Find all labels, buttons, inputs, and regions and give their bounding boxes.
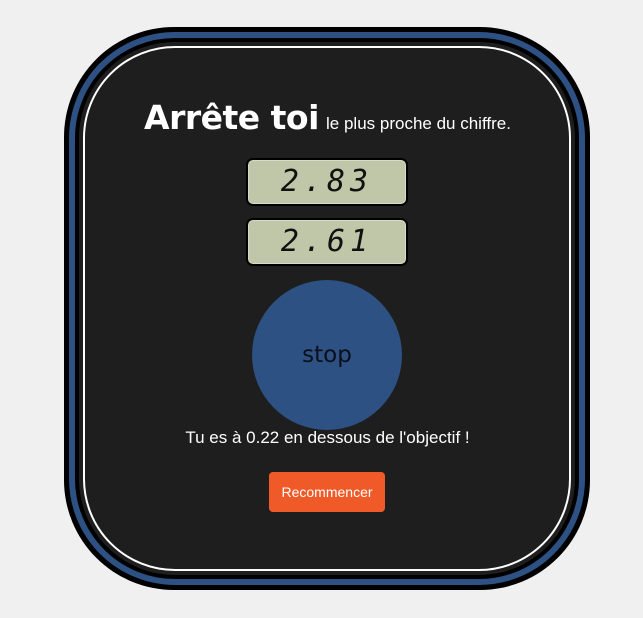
title-subtitle: le plus proche du chiffre. [326, 114, 511, 133]
result-message: Tu es à 0.22 en dessous de l'objectif ! [185, 428, 470, 447]
title-main: Arrête toi [144, 98, 319, 137]
counter-display: 2.61 [246, 218, 408, 266]
target-number-display: 2.83 [246, 158, 408, 206]
game-stage: Arrête toi le plus proche du chiffre. 2.… [0, 0, 643, 618]
stop-button[interactable]: stop [252, 280, 402, 430]
restart-button[interactable]: Recommencer [269, 472, 385, 512]
headline: Arrête toi le plus proche du chiffre. [0, 98, 643, 137]
